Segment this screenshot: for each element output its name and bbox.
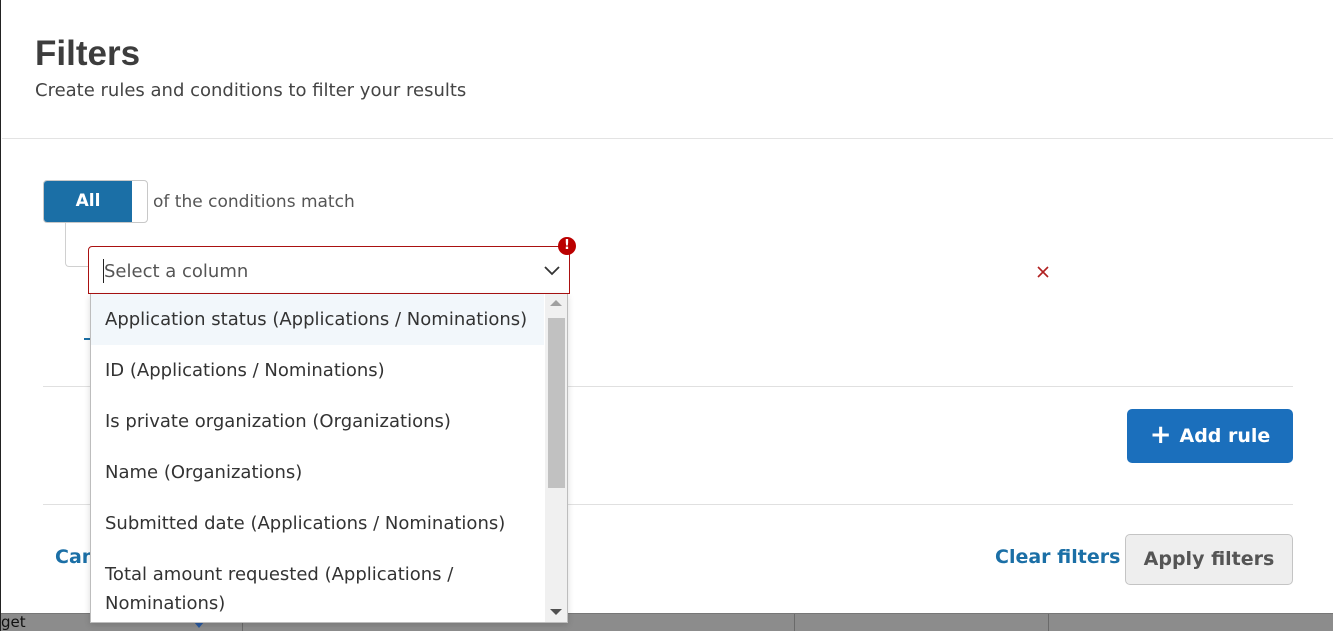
chevron-down-icon[interactable] — [543, 261, 561, 283]
exclamation-icon: ! — [558, 237, 576, 255]
column-select-placeholder: Select a column — [104, 261, 249, 282]
scroll-down-arrow-icon[interactable] — [550, 609, 562, 615]
modal-subtitle: Create rules and conditions to filter yo… — [35, 80, 467, 101]
add-rule-label: Add rule — [1179, 425, 1271, 447]
filters-modal: Filters Create rules and conditions to f… — [2, 0, 1333, 623]
dropdown-option[interactable]: Name (Organizations) — [91, 447, 544, 498]
scrollbar-thumb[interactable] — [548, 318, 565, 488]
modal-title: Filters — [35, 34, 141, 73]
page: Filters Create rules and conditions to f… — [0, 0, 1333, 631]
column-separator — [794, 614, 795, 631]
column-separator — [1048, 614, 1049, 631]
dropdown-scrollbar[interactable] — [545, 294, 567, 622]
plus-icon: + — [1149, 419, 1172, 450]
scroll-up-arrow-icon[interactable] — [550, 300, 562, 306]
add-rule-button[interactable]: + Add rule — [1127, 409, 1293, 463]
match-suffix: of the conditions match — [153, 192, 355, 212]
modal-header: Filters Create rules and conditions to f… — [2, 0, 1333, 139]
clear-filters-link[interactable]: Clear filters — [995, 546, 1120, 568]
column-dropdown: Application status (Applications / Nomin… — [90, 294, 568, 623]
apply-filters-button[interactable]: Apply filters — [1125, 534, 1293, 585]
match-toggle[interactable]: All — [43, 180, 148, 223]
column-select[interactable]: Select a column — [88, 246, 570, 294]
dropdown-option[interactable]: Is private organization (Organizations) — [91, 396, 544, 447]
dropdown-option[interactable]: Submitted date (Applications / Nominatio… — [91, 498, 544, 549]
background-cell-text: get — [1, 613, 26, 631]
dropdown-option[interactable]: Total amount requested (Applications / — [91, 560, 544, 589]
dropdown-option[interactable]: ID (Applications / Nominations) — [91, 345, 544, 396]
match-toggle-all[interactable]: All — [44, 181, 132, 222]
dropdown-option[interactable]: Application status (Applications / Nomin… — [91, 294, 544, 345]
close-icon[interactable] — [1035, 264, 1051, 284]
dropdown-option-continued[interactable]: Nominations) — [91, 589, 544, 618]
